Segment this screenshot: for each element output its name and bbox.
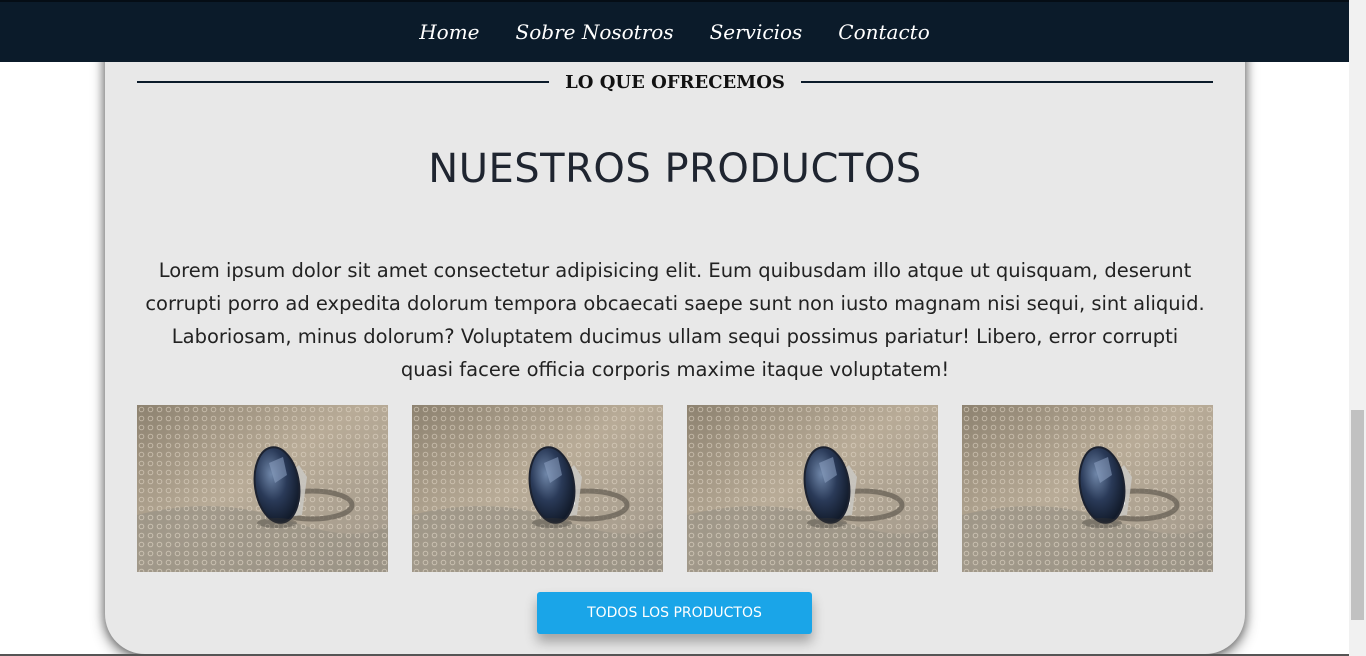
section-label: LO QUE OFRECEMOS	[565, 71, 785, 93]
nav-link-services[interactable]: Servicios	[710, 20, 803, 44]
nav-link-contact[interactable]: Contacto	[838, 20, 929, 44]
all-products-button[interactable]: TODOS LOS PRODUCTOS	[537, 592, 812, 634]
product-image-1[interactable]	[137, 405, 388, 572]
ring-photo	[412, 405, 663, 572]
nav-link-about[interactable]: Sobre Nosotros	[516, 20, 674, 44]
ring-photo	[687, 405, 938, 572]
section-header: LO QUE OFRECEMOS	[137, 70, 1214, 94]
vertical-scrollbar[interactable]	[1349, 0, 1366, 656]
ring-photo	[962, 405, 1213, 572]
top-navbar: Home Sobre Nosotros Servicios Contacto	[0, 0, 1349, 62]
divider-left	[137, 81, 550, 83]
product-image-2[interactable]	[412, 405, 663, 572]
ring-photo	[137, 405, 388, 572]
section-description: Lorem ipsum dolor sit amet consectetur a…	[145, 259, 1205, 381]
section-title: NUESTROS PRODUCTOS	[428, 146, 922, 192]
nav-link-home[interactable]: Home	[419, 20, 479, 44]
divider-right	[800, 81, 1214, 83]
scrollbar-thumb[interactable]	[1351, 410, 1364, 620]
products-card: LO QUE OFRECEMOS NUESTROS PRODUCTOS Lore…	[105, 40, 1245, 654]
product-image-4[interactable]	[962, 405, 1213, 572]
product-gallery	[137, 405, 1213, 572]
product-image-3[interactable]	[687, 405, 938, 572]
